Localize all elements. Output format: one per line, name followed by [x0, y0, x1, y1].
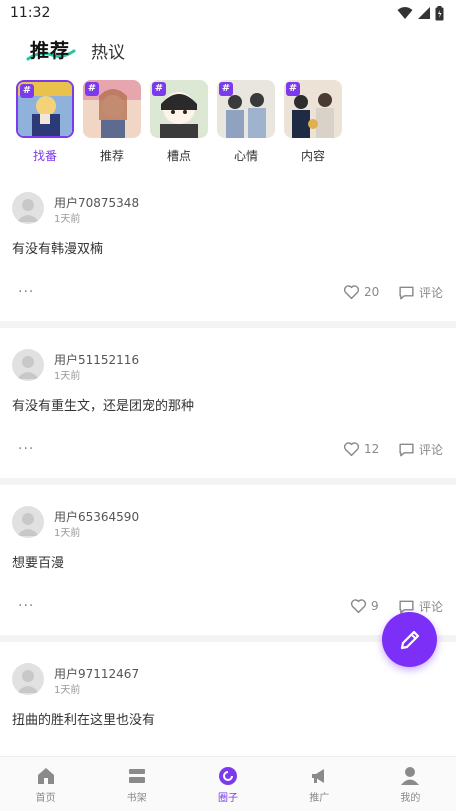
- nav-label: 首页: [35, 793, 56, 804]
- comment-label: 评论: [419, 600, 444, 614]
- hash-badge: #: [85, 82, 99, 96]
- nav-promotion[interactable]: 推广: [274, 757, 365, 811]
- hash-badge: #: [20, 84, 34, 98]
- topic-thumbnail: #: [217, 80, 275, 138]
- post-card[interactable]: 用户51152116 1天前 有没有重生文，还是团宠的那种 ··· 12 评论: [0, 337, 456, 484]
- tab-recommend[interactable]: 推荐: [30, 36, 70, 63]
- comment-icon: [399, 443, 414, 456]
- post-card[interactable]: 用户70875348 1天前 有没有韩漫双楠 ··· 20 评论: [0, 180, 456, 327]
- more-options-button[interactable]: ···: [18, 441, 34, 457]
- topic-recommend[interactable]: # 推荐: [82, 80, 142, 164]
- hash-badge: #: [152, 82, 166, 96]
- bottom-nav: 首页 书架 圈子 推广 我的: [0, 756, 456, 811]
- like-count: 12: [364, 442, 380, 456]
- post-divider: [0, 321, 456, 328]
- post-time: 1天前: [54, 214, 81, 225]
- nav-circle[interactable]: 圈子: [182, 757, 273, 811]
- username[interactable]: 用户97112467: [54, 665, 139, 682]
- hash-badge: #: [219, 82, 233, 96]
- status-bar: 11:32: [0, 0, 456, 26]
- username[interactable]: 用户65364590: [54, 508, 139, 525]
- post-divider: [0, 478, 456, 485]
- more-options-button[interactable]: ···: [18, 284, 34, 300]
- post-time: 1天前: [54, 528, 81, 539]
- nav-label: 圈子: [218, 793, 238, 804]
- status-time: 11:32: [10, 5, 51, 21]
- nav-label: 书架: [126, 793, 147, 804]
- heart-icon: [343, 285, 360, 300]
- wifi-icon: [397, 7, 413, 19]
- avatar[interactable]: [12, 192, 44, 224]
- hash-badge: #: [286, 82, 300, 96]
- like-button[interactable]: 20: [343, 284, 379, 300]
- top-tabs: 推荐 热议: [0, 30, 456, 66]
- topic-label: 推荐: [99, 149, 124, 163]
- signal-icon: [418, 7, 430, 19]
- compose-button[interactable]: [382, 612, 437, 667]
- heart-icon: [350, 599, 367, 614]
- topic-thumbnail: #: [16, 80, 74, 138]
- like-button[interactable]: 9: [350, 598, 379, 614]
- home-icon: [37, 768, 54, 784]
- post-content[interactable]: 扭曲的胜利在这里也没有: [12, 709, 155, 728]
- avatar[interactable]: [12, 349, 44, 381]
- post-content[interactable]: 想要百漫: [12, 552, 64, 571]
- topic-label: 槽点: [166, 149, 191, 163]
- comment-label: 评论: [419, 443, 444, 457]
- nav-label: 我的: [400, 793, 421, 804]
- topic-thumbnail: #: [284, 80, 342, 138]
- topic-find-anime[interactable]: # 找番: [15, 80, 75, 164]
- status-icons: [397, 5, 444, 21]
- avatar[interactable]: [12, 506, 44, 538]
- topic-label: 找番: [32, 149, 57, 163]
- megaphone-icon: [312, 769, 325, 783]
- like-count: 9: [371, 599, 379, 613]
- topic-content[interactable]: # 内容: [283, 80, 343, 164]
- like-button[interactable]: 12: [343, 441, 379, 457]
- bookshelf-icon: [128, 769, 145, 783]
- circle-icon: [219, 767, 237, 785]
- pencil-icon: [400, 630, 419, 649]
- post-content[interactable]: 有没有韩漫双楠: [12, 238, 103, 257]
- topic-label: 内容: [300, 149, 325, 163]
- topic-thumbnail: #: [150, 80, 208, 138]
- username[interactable]: 用户51152116: [54, 351, 139, 368]
- topic-mood[interactable]: # 心情: [216, 80, 276, 164]
- post-time: 1天前: [54, 685, 81, 696]
- nav-bookshelf[interactable]: 书架: [91, 757, 182, 811]
- comment-label: 评论: [419, 286, 444, 300]
- topic-complaints[interactable]: # 槽点: [149, 80, 209, 164]
- topic-thumbnail: #: [83, 80, 141, 138]
- post-content[interactable]: 有没有重生文，还是团宠的那种: [12, 395, 194, 414]
- topic-label: 心情: [233, 149, 258, 163]
- tab-hot-discussion[interactable]: 热议: [91, 38, 125, 63]
- heart-icon: [343, 442, 360, 457]
- nav-profile[interactable]: 我的: [365, 757, 456, 811]
- like-count: 20: [364, 285, 380, 299]
- post-time: 1天前: [54, 371, 81, 382]
- nav-label: 推广: [309, 793, 330, 804]
- topic-row: # 找番 # 推荐 # 槽点 # 心情 # 内容: [0, 80, 456, 166]
- post-card[interactable]: 用户65364590 1天前 想要百漫 ··· 9 评论: [0, 494, 456, 641]
- battery-icon: [435, 5, 444, 20]
- avatar[interactable]: [12, 663, 44, 695]
- comment-button[interactable]: 评论: [398, 284, 443, 301]
- user-icon: [401, 767, 420, 785]
- more-options-button[interactable]: ···: [18, 598, 34, 614]
- nav-home[interactable]: 首页: [0, 757, 91, 811]
- username[interactable]: 用户70875348: [54, 194, 139, 211]
- comment-button[interactable]: 评论: [398, 441, 443, 458]
- comment-icon: [399, 286, 414, 299]
